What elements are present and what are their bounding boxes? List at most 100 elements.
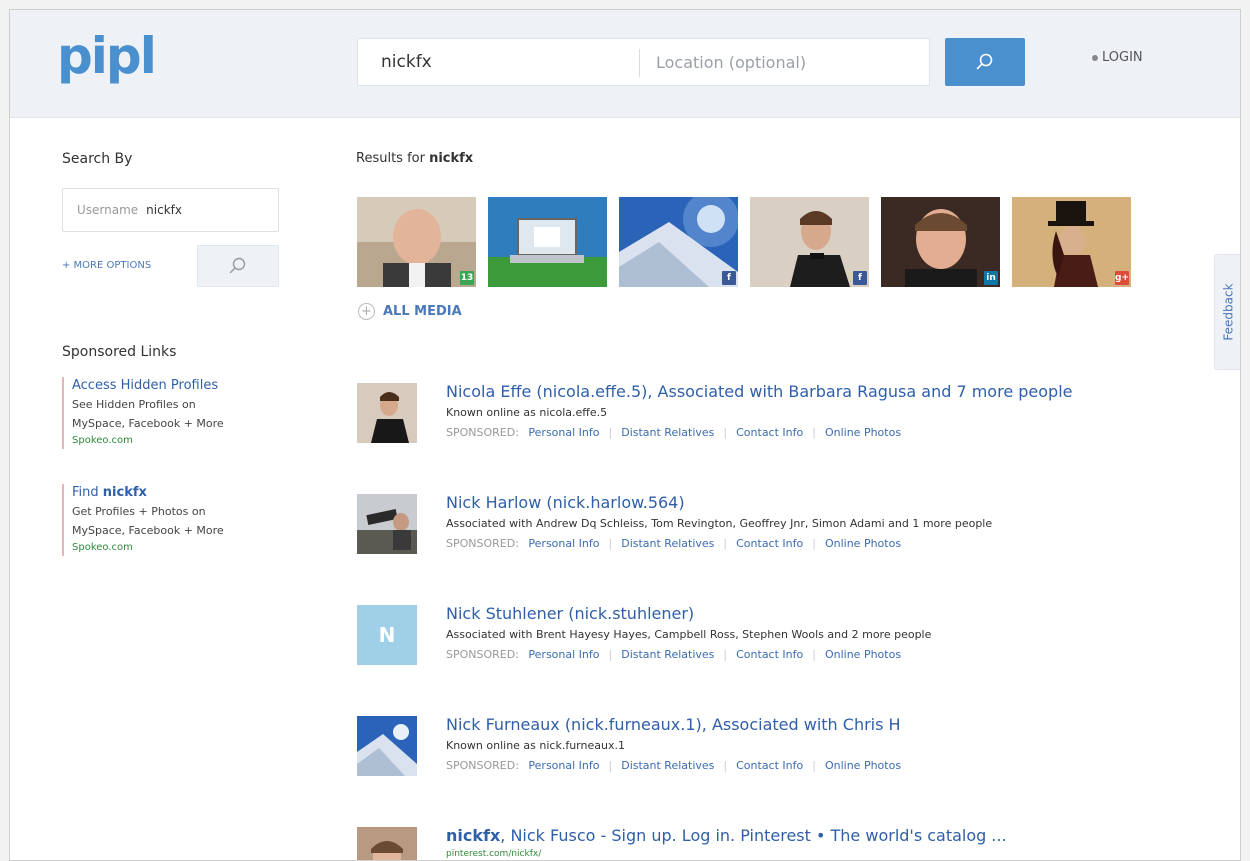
sponsored-ad: Find nickfx Get Profiles + Photos on MyS…	[62, 484, 302, 556]
sponsored-row: SPONSORED: Personal Info | Distant Relativ…	[446, 648, 902, 661]
result-title[interactable]: Nick Harlow (nick.harlow.564)	[446, 492, 1216, 514]
result-title[interactable]: Nick Furneaux (nick.furneaux.1), Associa…	[446, 714, 1216, 736]
personal-info-link[interactable]: Personal Info	[528, 426, 599, 439]
avatar-photo	[357, 827, 417, 860]
pipl-logo[interactable]: pipl	[57, 26, 157, 86]
online-photos-link[interactable]: Online Photos	[825, 759, 901, 772]
sponsored-links-title: Sponsored Links	[62, 344, 177, 360]
distant-relatives-link[interactable]: Distant Relatives	[621, 426, 714, 439]
username-field[interactable]: Username nickfx	[62, 188, 279, 232]
source-badge: in	[984, 271, 998, 285]
login-link[interactable]: LOGIN	[1092, 50, 1143, 65]
sidebar-search-button[interactable]	[197, 245, 279, 287]
more-options-link[interactable]: + MORE OPTIONS	[62, 260, 151, 271]
result-avatar[interactable]	[357, 827, 417, 860]
result-body: Nick Furneaux (nick.furneaux.1), Associa…	[446, 714, 1216, 776]
search-input[interactable]	[358, 39, 638, 85]
result-title-query: nickfx	[446, 826, 501, 845]
media-thumbnail[interactable]: in	[881, 197, 1000, 287]
photo-man-smiling	[881, 197, 1000, 287]
sponsored-label: SPONSORED:	[446, 759, 519, 772]
contact-info-link[interactable]: Contact Info	[736, 426, 803, 439]
distant-relatives-link[interactable]: Distant Relatives	[621, 537, 714, 550]
result-subtitle: Associated with Andrew Dq Schleiss, Tom …	[446, 517, 993, 530]
result-subtitle: Known online as nicola.effe.5	[446, 406, 608, 419]
results-query: nickfx	[429, 151, 474, 166]
media-thumbnail[interactable]: f	[750, 197, 869, 287]
distant-relatives-link[interactable]: Distant Relatives	[621, 648, 714, 661]
login-icon	[1092, 54, 1098, 61]
plus-circle-icon: +	[358, 303, 375, 320]
source-badge: 13	[460, 271, 474, 285]
online-photos-link[interactable]: Online Photos	[825, 537, 901, 550]
media-thumbnail[interactable]	[488, 197, 607, 287]
ad-title[interactable]: Access Hidden Profiles	[72, 377, 302, 395]
search-box	[357, 38, 930, 86]
all-media-link[interactable]: + ALL MEDIA	[358, 303, 462, 320]
sponsored-ad: Access Hidden Profiles See Hidden Profil…	[62, 377, 302, 449]
result-body: nickfx, Nick Fusco - Sign up. Log in. Pi…	[446, 825, 1216, 860]
result-subtitle: Associated with Brent Hayesy Hayes, Camp…	[446, 628, 932, 641]
sponsored-label: SPONSORED:	[446, 537, 519, 550]
media-thumbnail[interactable]: f	[619, 197, 738, 287]
ad-url[interactable]: Spokeo.com	[72, 433, 302, 449]
username-label: Username	[77, 203, 139, 217]
source-badge: f	[722, 271, 736, 285]
source-badge: g+	[1115, 271, 1129, 285]
result-title[interactable]: Nicola Effe (nicola.effe.5), Associated …	[446, 381, 1216, 403]
avatar-photo	[357, 383, 417, 443]
result-avatar[interactable]	[357, 383, 417, 443]
online-photos-link[interactable]: Online Photos	[825, 426, 901, 439]
result-body: Nick Harlow (nick.harlow.564) Associated…	[446, 492, 1216, 554]
contact-info-link[interactable]: Contact Info	[736, 759, 803, 772]
personal-info-link[interactable]: Personal Info	[528, 759, 599, 772]
online-photos-link[interactable]: Online Photos	[825, 648, 901, 661]
sponsored-row: SPONSORED: Personal Info | Distant Relativ…	[446, 426, 902, 439]
ad-text-line: MySpace, Facebook + More	[72, 417, 224, 430]
distant-relatives-link[interactable]: Distant Relatives	[621, 759, 714, 772]
photo-man-bowtie	[750, 197, 869, 287]
result-url[interactable]: pinterest.com/nickfx/	[446, 847, 1216, 860]
photo-top-hat-figure	[1012, 197, 1131, 287]
location-input[interactable]	[640, 39, 928, 85]
ad-text-line: MySpace, Facebook + More	[72, 524, 224, 537]
media-thumbnails: 13 f f in g+	[357, 197, 1131, 287]
sponsored-row: SPONSORED: Personal Info | Distant Relativ…	[446, 759, 902, 772]
results-prefix: Results for	[356, 151, 430, 166]
header: pipl LOGIN	[10, 10, 1240, 118]
result-title[interactable]: Nick Stuhlener (nick.stuhlener)	[446, 603, 1216, 625]
ad-title-query: nickfx	[102, 485, 147, 500]
login-label: LOGIN	[1102, 50, 1143, 65]
photo-snow-mountain	[619, 197, 738, 287]
personal-info-link[interactable]: Personal Info	[528, 537, 599, 550]
avatar-photo	[357, 494, 417, 554]
search-icon	[229, 257, 246, 274]
username-value: nickfx	[146, 203, 182, 217]
search-icon	[976, 53, 993, 70]
search-button[interactable]	[945, 38, 1025, 86]
search-by-title: Search By	[62, 151, 133, 167]
sponsored-label: SPONSORED:	[446, 648, 519, 661]
media-thumbnail[interactable]: g+	[1012, 197, 1131, 287]
contact-info-link[interactable]: Contact Info	[736, 537, 803, 550]
result-avatar[interactable]	[357, 494, 417, 554]
personal-info-link[interactable]: Personal Info	[528, 648, 599, 661]
media-thumbnail[interactable]: 13	[357, 197, 476, 287]
photo-laptop	[488, 197, 607, 287]
photo-man-bald	[357, 197, 476, 287]
feedback-tab[interactable]: Feedback	[1214, 254, 1240, 370]
result-title-rest: , Nick Fusco - Sign up. Log in. Pinteres…	[500, 826, 1007, 845]
avatar-initial: N	[357, 605, 417, 665]
result-avatar[interactable]	[357, 716, 417, 776]
result-body: Nicola Effe (nicola.effe.5), Associated …	[446, 381, 1216, 443]
ad-title-prefix: Find	[72, 485, 103, 500]
result-avatar[interactable]: N	[357, 605, 417, 665]
result-body: Nick Stuhlener (nick.stuhlener) Associat…	[446, 603, 1216, 665]
contact-info-link[interactable]: Contact Info	[736, 648, 803, 661]
result-title[interactable]: nickfx, Nick Fusco - Sign up. Log in. Pi…	[446, 825, 1216, 847]
results-heading: Results for nickfx	[356, 151, 473, 166]
avatar-photo	[357, 716, 417, 776]
ad-url[interactable]: Spokeo.com	[72, 540, 302, 556]
feedback-label: Feedback	[1221, 283, 1236, 341]
ad-title[interactable]: Find nickfx	[72, 484, 302, 502]
